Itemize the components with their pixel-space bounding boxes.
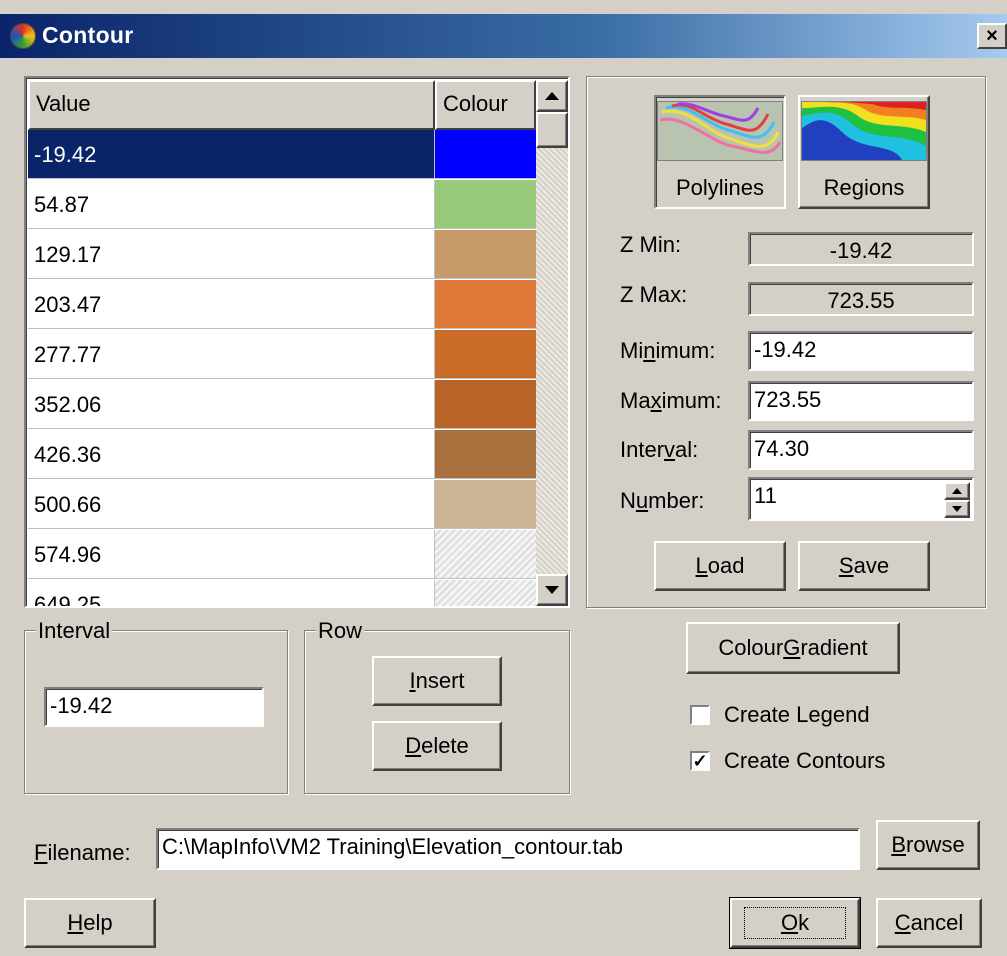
create-legend-checkbox[interactable] [690, 705, 710, 725]
minimum-input[interactable]: -19.42 [748, 331, 974, 371]
delete-button[interactable]: Delete [372, 721, 502, 771]
table-row[interactable]: 54.87 [28, 180, 536, 230]
close-icon: × [986, 25, 998, 47]
interval-input[interactable]: 74.30 [748, 430, 974, 470]
spin-down-icon [952, 506, 962, 512]
colour-cell[interactable] [435, 530, 536, 579]
colour-cell[interactable] [435, 480, 536, 529]
zmax-value: 723.55 [748, 282, 974, 316]
number-label: Number: [620, 488, 705, 513]
minimum-label: Minimum: [620, 338, 716, 363]
colour-cell[interactable] [435, 330, 536, 379]
table-row[interactable]: 426.36 [28, 430, 536, 480]
scroll-thumb[interactable] [536, 112, 568, 148]
scroll-down-icon [545, 586, 559, 594]
spin-up-icon [952, 488, 962, 494]
colour-cell[interactable] [435, 580, 536, 606]
row-group-title: Row [316, 618, 365, 644]
create-legend-label[interactable]: Create Legend [724, 702, 870, 728]
value-cell[interactable]: -19.42 [28, 130, 435, 179]
value-column-header[interactable]: Value [28, 80, 435, 130]
window-title: Contour [42, 22, 134, 48]
value-cell[interactable]: 649.25 [28, 580, 435, 606]
maximum-label: Maximum: [620, 388, 722, 413]
create-contours-checkbox[interactable]: ✓ [690, 751, 710, 771]
colour-cell[interactable] [435, 380, 536, 429]
number-input[interactable]: 11 [748, 477, 974, 521]
polylines-button[interactable]: Polylines [654, 95, 786, 209]
interval-label: Interval: [620, 437, 699, 462]
interval-value-input[interactable]: -19.42 [44, 687, 264, 727]
grid-body: Value Colour -19.42 54.87 129.17 203.47 277.… [28, 80, 536, 606]
contour-dialog: Contour × Value Colour -19.42 54.87 129.17… [0, 0, 1007, 956]
table-row[interactable]: -19.42 [28, 130, 536, 180]
table-row[interactable]: 277.77 [28, 330, 536, 380]
scroll-up-button[interactable] [536, 80, 568, 112]
filename-label: Filename: [34, 840, 131, 865]
cancel-button[interactable]: Cancel [876, 898, 982, 948]
spin-down-button[interactable] [944, 500, 970, 518]
colour-cell[interactable] [435, 280, 536, 329]
spin-up-button[interactable] [944, 482, 970, 500]
regions-thumbnail-icon [801, 101, 927, 161]
save-button[interactable]: Save [798, 541, 930, 591]
zmin-label: Z Min: [620, 232, 682, 257]
colour-column-header[interactable]: Colour [435, 80, 536, 130]
maximum-input[interactable]: 723.55 [748, 381, 974, 421]
zmax-label: Z Max: [620, 282, 688, 307]
insert-button[interactable]: Insert [372, 656, 502, 706]
colour-cell[interactable] [435, 180, 536, 229]
filename-input[interactable]: C:\MapInfo\VM2 Training\Elevation_contou… [156, 828, 860, 870]
ok-label: Ok [743, 907, 847, 939]
contour-grid[interactable]: Value Colour -19.42 54.87 129.17 203.47 277.… [24, 76, 570, 608]
load-button[interactable]: Load [654, 541, 786, 591]
value-cell[interactable]: 352.06 [28, 380, 435, 429]
table-row[interactable]: 352.06 [28, 380, 536, 430]
scroll-down-button[interactable] [536, 574, 568, 606]
polylines-thumbnail-icon [657, 101, 783, 161]
scroll-up-icon [545, 92, 559, 100]
help-button[interactable]: Help [24, 898, 156, 948]
colour-cell[interactable] [435, 430, 536, 479]
interval-group-title: Interval [36, 618, 113, 644]
colour-cell[interactable] [435, 230, 536, 279]
value-cell[interactable]: 129.17 [28, 230, 435, 279]
grid-scrollbar[interactable] [536, 80, 568, 606]
table-row[interactable]: 500.66 [28, 480, 536, 530]
table-row[interactable]: 129.17 [28, 230, 536, 280]
regions-button[interactable]: Regions [798, 95, 930, 209]
colour-gradient-button[interactable]: Colour Gradient [686, 622, 900, 674]
value-cell[interactable]: 574.96 [28, 530, 435, 579]
value-cell[interactable]: 426.36 [28, 430, 435, 479]
zmin-value: -19.42 [748, 232, 974, 266]
table-row[interactable]: 649.25 [28, 580, 536, 606]
regions-label: Regions [823, 175, 905, 200]
browse-button[interactable]: Browse [876, 820, 980, 870]
colour-cell[interactable] [435, 130, 536, 179]
value-cell[interactable]: 500.66 [28, 480, 435, 529]
table-row[interactable]: 574.96 [28, 530, 536, 580]
app-globe-icon [10, 23, 36, 49]
table-row[interactable]: 203.47 [28, 280, 536, 330]
ok-button[interactable]: Ok [729, 897, 861, 949]
polylines-label: Polylines [675, 175, 765, 200]
close-button[interactable]: × [977, 23, 1007, 49]
create-contours-label[interactable]: Create Contours [724, 748, 885, 774]
value-cell[interactable]: 203.47 [28, 280, 435, 329]
title-bar[interactable]: Contour × [0, 14, 1007, 58]
value-cell[interactable]: 277.77 [28, 330, 435, 379]
checkmark-icon: ✓ [692, 751, 708, 771]
value-cell[interactable]: 54.87 [28, 180, 435, 229]
